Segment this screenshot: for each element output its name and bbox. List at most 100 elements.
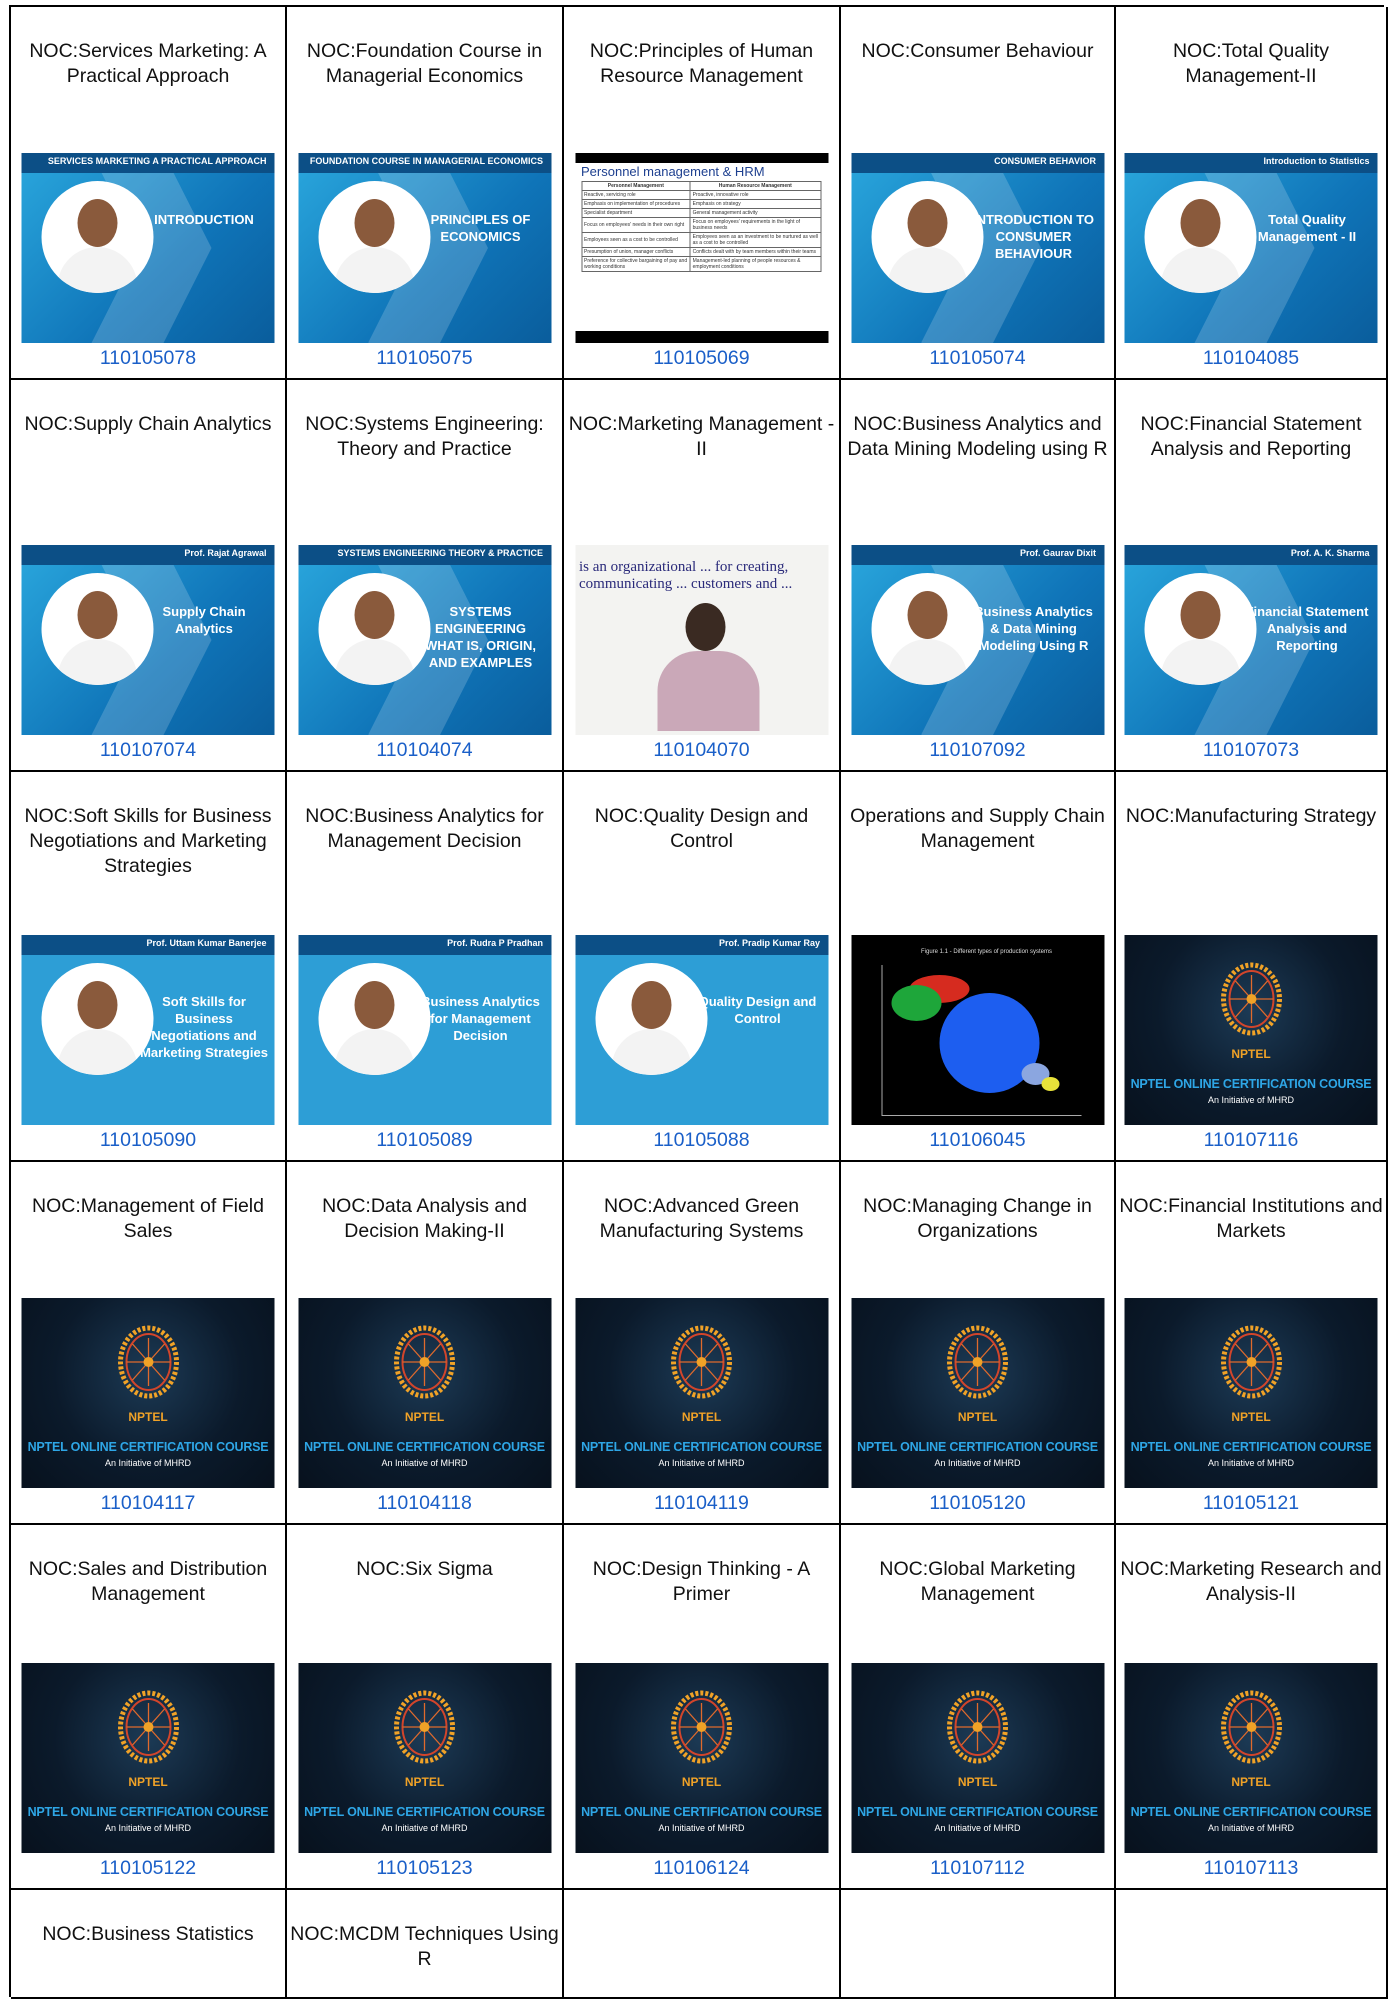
course-id-link[interactable]: 110105121 [1116, 1492, 1386, 1515]
course-id-link[interactable]: 110105075 [287, 347, 562, 370]
presenter-image [595, 963, 707, 1075]
course-title: NOC:Quality Design and Control [594, 805, 809, 852]
presenter-image [1144, 573, 1257, 685]
nptel-course-label: NPTEL ONLINE CERTIFICATION COURSE [304, 1440, 545, 1454]
nptel-logo-icon [116, 1324, 180, 1404]
nptel-logo-icon [670, 1689, 734, 1769]
course-cell [841, 1890, 1116, 1999]
course-cell: NOC:Foundation Course in Managerial Econ… [287, 7, 564, 380]
course-thumbnail[interactable]: NPTEL NPTEL ONLINE CERTIFICATION COURSE … [575, 1663, 828, 1853]
course-id-link[interactable]: 110104117 [11, 1492, 285, 1515]
course-thumbnail[interactable]: Prof. A. K. Sharma Financial Statement A… [1124, 545, 1378, 735]
course-thumbnail[interactable]: SERVICES MARKETING A PRACTICAL APPROACH … [21, 153, 275, 343]
course-id-link[interactable]: 110105078 [11, 347, 285, 370]
course-id-link[interactable]: 110104118 [287, 1492, 562, 1515]
course-id-link[interactable]: 110107073 [1116, 739, 1386, 762]
course-title: NOC:Marketing Research and Analysis-II [1120, 1558, 1382, 1605]
course-thumbnail[interactable]: NPTEL NPTEL ONLINE CERTIFICATION COURSE … [21, 1298, 275, 1488]
course-title: NOC:Principles of Human Resource Managem… [589, 40, 814, 87]
course-cell: NOC:Business Analytics and Data Mining M… [841, 380, 1116, 772]
course-id-link[interactable]: 110105123 [287, 1857, 562, 1880]
course-thumbnail[interactable]: Prof. Pradip Kumar Ray Quality Design an… [575, 935, 828, 1125]
nptel-course-label: NPTEL ONLINE CERTIFICATION COURSE [857, 1440, 1098, 1454]
course-id-link[interactable]: 110105122 [11, 1857, 285, 1880]
presenter-image [871, 573, 983, 685]
course-id-link[interactable]: 110107116 [1116, 1129, 1386, 1152]
course-id-link[interactable]: 110107074 [11, 739, 285, 762]
course-id-link[interactable]: 110105120 [841, 1492, 1114, 1515]
slide-title: Personnel management & HRM [581, 164, 765, 179]
course-thumbnail[interactable]: Prof. Rudra P Pradhan Business Analytics… [298, 935, 551, 1125]
course-thumbnail[interactable]: NPTEL NPTEL ONLINE CERTIFICATION COURSE … [298, 1298, 551, 1488]
nptel-initiative-label: An Initiative of MHRD [1207, 1095, 1295, 1105]
video-letterbox [575, 153, 828, 163]
course-thumbnail[interactable]: Prof. Uttam Kumar Banerjee Soft Skills f… [21, 935, 275, 1125]
course-thumbnail[interactable]: is an organizational ... for creating, c… [575, 545, 828, 735]
course-id-link[interactable]: 110107112 [841, 1857, 1114, 1880]
course-title: NOC:Data Analysis and Decision Making-II [322, 1195, 527, 1242]
course-thumbnail[interactable]: NPTEL NPTEL ONLINE CERTIFICATION COURSE … [1124, 1298, 1378, 1488]
course-thumbnail[interactable]: CONSUMER BEHAVIOR INTRODUCTION TO CONSUM… [851, 153, 1104, 343]
nptel-initiative-label: An Initiative of MHRD [658, 1458, 745, 1468]
nptel-initiative-label: An Initiative of MHRD [1207, 1823, 1295, 1833]
presenter-image [318, 963, 430, 1075]
course-cell: NOC:Services Marketing: A Practical Appr… [11, 7, 287, 380]
thumb-header-text: SERVICES MARKETING A PRACTICAL APPROACH [47, 156, 267, 166]
nptel-course-label: NPTEL ONLINE CERTIFICATION COURSE [1130, 1805, 1372, 1819]
nptel-label: NPTEL [1231, 1775, 1271, 1789]
course-title: NOC:Soft Skills for Business Negotiation… [24, 805, 272, 877]
thumb-title-text: Soft Skills for Business Negotiations an… [140, 994, 268, 1060]
course-title: NOC:Marketing Management - II [568, 413, 835, 460]
course-id-link[interactable]: 110105089 [287, 1129, 562, 1152]
course-thumbnail[interactable]: SYSTEMS ENGINEERING THEORY & PRACTICE SY… [298, 545, 551, 735]
course-id-link[interactable]: 110104070 [564, 739, 839, 762]
course-id-link[interactable]: 110105074 [841, 347, 1114, 370]
course-id-link[interactable]: 110104085 [1116, 347, 1386, 370]
thumb-header-text: Prof. Uttam Kumar Banerjee [146, 938, 267, 948]
nptel-course-label: NPTEL ONLINE CERTIFICATION COURSE [27, 1440, 269, 1454]
nptel-initiative-label: An Initiative of MHRD [1207, 1458, 1295, 1468]
course-thumbnail[interactable]: NPTEL NPTEL ONLINE CERTIFICATION COURSE … [851, 1298, 1104, 1488]
course-id-link[interactable]: 110105088 [564, 1129, 839, 1152]
thumb-title-text: Business Analytics & Data Mining Modelin… [974, 604, 1093, 653]
table-row: Reactive, servicing role Proactive, innov… [581, 190, 822, 200]
nptel-label: NPTEL [128, 1410, 168, 1424]
course-thumbnail[interactable]: Figure 1.1 - Different types of producti… [851, 935, 1104, 1125]
course-id-link[interactable]: 110106124 [564, 1857, 839, 1880]
course-thumbnail[interactable]: NPTEL NPTEL ONLINE CERTIFICATION COURSE … [1124, 935, 1378, 1125]
course-title: NOC:MCDM Techniques Using R [290, 1923, 559, 1970]
course-thumbnail[interactable]: NPTEL NPTEL ONLINE CERTIFICATION COURSE … [1124, 1663, 1378, 1853]
course-thumbnail[interactable]: NPTEL NPTEL ONLINE CERTIFICATION COURSE … [575, 1298, 828, 1488]
course-cell: NOC:Manufacturing Strategy NPTEL NPTEL O… [1116, 772, 1388, 1162]
course-cell: NOC:Marketing Management - II is an orga… [564, 380, 841, 772]
course-cell: NOC:Data Analysis and Decision Making-II… [287, 1162, 564, 1525]
course-cell: NOC:MCDM Techniques Using R [287, 1890, 564, 1999]
course-grid: NOC:Services Marketing: A Practical Appr… [9, 5, 1388, 1999]
course-id-link[interactable]: 110106045 [841, 1129, 1114, 1152]
nptel-initiative-label: An Initiative of MHRD [658, 1823, 745, 1833]
course-thumbnail[interactable]: NPTEL NPTEL ONLINE CERTIFICATION COURSE … [851, 1663, 1104, 1853]
course-thumbnail[interactable]: NPTEL NPTEL ONLINE CERTIFICATION COURSE … [21, 1663, 275, 1853]
course-cell: NOC:Business Statistics [11, 1890, 287, 1999]
course-id-link[interactable]: 110104074 [287, 739, 562, 762]
nptel-logo-icon [393, 1689, 457, 1769]
thumb-title-text: PRINCIPLES OF ECONOMICS [430, 212, 531, 244]
course-title: NOC:Design Thinking - A Primer [592, 1558, 811, 1605]
course-id-link[interactable]: 110105090 [11, 1129, 285, 1152]
course-id-link[interactable]: 110104119 [564, 1492, 839, 1515]
nptel-label: NPTEL [957, 1410, 998, 1424]
course-thumbnail[interactable]: Introduction to Statistics Total Quality… [1124, 153, 1378, 343]
course-id-link[interactable]: 110107092 [841, 739, 1114, 762]
presenter-image [41, 181, 154, 293]
course-thumbnail[interactable]: Prof. Rajat Agrawal Supply Chain Analyti… [21, 545, 275, 735]
course-id-link[interactable]: 110107113 [1116, 1857, 1386, 1880]
course-title: NOC:Services Marketing: A Practical Appr… [29, 40, 267, 87]
course-thumbnail[interactable]: Prof. Gaurav Dixit Business Analytics & … [851, 545, 1104, 735]
course-thumbnail[interactable]: FOUNDATION COURSE IN MANAGERIAL ECONOMIC… [298, 153, 551, 343]
course-thumbnail[interactable]: Personnel management & HRM Personnel Man… [575, 153, 828, 343]
nptel-logo-icon [946, 1324, 1010, 1404]
thumb-header-text: Prof. A. K. Sharma [1290, 548, 1370, 558]
course-thumbnail[interactable]: NPTEL NPTEL ONLINE CERTIFICATION COURSE … [298, 1663, 551, 1853]
course-title: NOC:Total Quality Management-II [1172, 40, 1330, 87]
course-id-link[interactable]: 110105069 [564, 347, 839, 370]
